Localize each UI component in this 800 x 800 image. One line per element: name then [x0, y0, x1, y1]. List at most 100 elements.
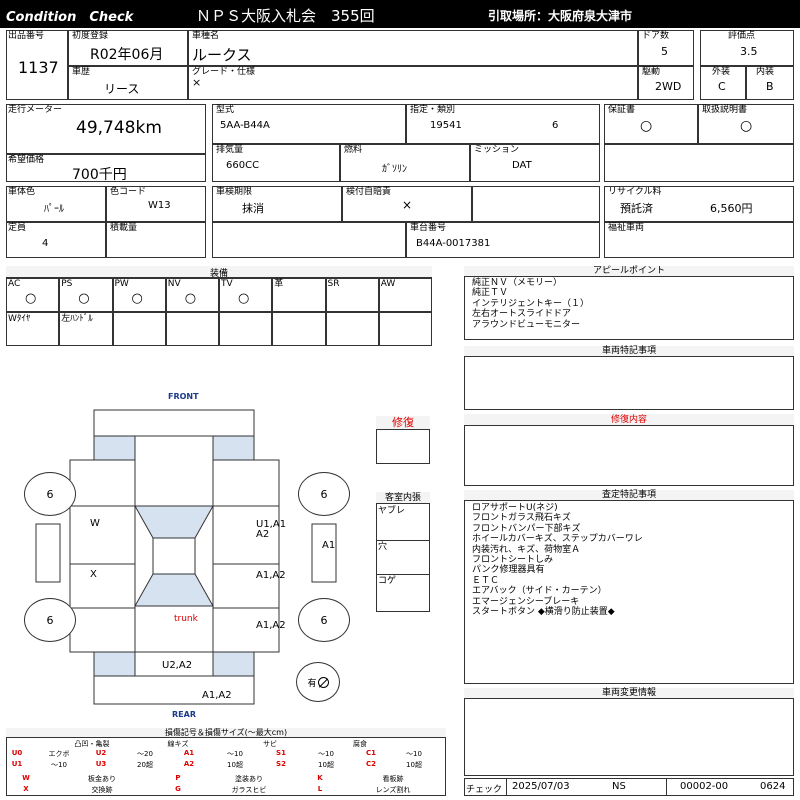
mark-right-front-fender: U1,A1 A2 [256, 519, 287, 540]
lot-number: 1137 [18, 58, 59, 77]
displacement-value: 660CC [226, 160, 260, 171]
drive-value: 2WD [655, 80, 682, 93]
windshield [134, 505, 214, 539]
legend-cell: 10超 [227, 761, 243, 769]
tire-rear-right-value: 6 [320, 613, 328, 627]
equipment-cell [272, 312, 326, 346]
rear-left-light [93, 651, 136, 677]
welfare-top-box [604, 144, 794, 182]
equipment-cell: NV ○ [165, 278, 219, 312]
spare-tire-label: 有 [307, 678, 317, 689]
equipment-cell: AW [378, 278, 432, 312]
tire-front-right-value: 6 [320, 487, 328, 501]
tire-rear-left: 6 [24, 598, 76, 642]
legend-cell: ～20 [137, 750, 153, 758]
roof [152, 537, 196, 575]
interior-title: 客室内張 [376, 492, 430, 504]
interior-item-burn: コゲ [378, 576, 397, 586]
rear-left-door [69, 563, 136, 609]
grade-box [188, 66, 638, 100]
legend-cell: 10超 [318, 761, 334, 769]
category-value: 6 [552, 120, 559, 131]
equipment-cell [165, 312, 219, 346]
legend-cell: S1 [276, 749, 286, 757]
hood [134, 435, 214, 507]
equipment-label: Wﾀｲﾔ [8, 314, 31, 324]
front-left-fender [69, 459, 136, 507]
lot-label: 出品番号 [8, 31, 45, 41]
note-line: フロントガラス飛石キズ [472, 513, 571, 524]
fuel-label: 燃料 [344, 145, 363, 155]
legend-cell: A1 [183, 749, 195, 757]
interior-item-hole: 穴 [378, 542, 388, 552]
note-line: 内装汚れ、キズ、荷物室Ａ [472, 544, 581, 555]
displacement-label: 排気量 [216, 145, 244, 155]
left-mirror-side [35, 523, 61, 583]
insurance-value: × [402, 198, 413, 212]
vehicle-notes-title: 車両特記事項 [464, 346, 794, 357]
equipment-cell: PS ○ [59, 278, 113, 312]
equipment-cell: Wﾀｲﾔ [6, 312, 60, 346]
equipment-cell: TV ○ [219, 278, 273, 312]
warranty-label: 保証書 [608, 105, 636, 115]
chassis-value: B44A-0017381 [416, 238, 491, 249]
capacity-label: 定員 [8, 223, 27, 233]
mark-rear-panel: U2,A2 [162, 660, 193, 671]
equipment-cell: PW ○ [112, 278, 166, 312]
legend-cell: A2 [183, 760, 195, 768]
price-label: 希望価格 [8, 155, 45, 165]
pickup-location: 引取場所：大阪府泉大津市 [488, 9, 633, 23]
legend-group: サビ [263, 740, 277, 748]
welfare-label: 福祉車両 [608, 223, 645, 233]
check-label: チェック [466, 785, 503, 795]
trunk-label: trunk [174, 614, 198, 624]
legend-cell: C1 [365, 749, 376, 757]
auction-name: ＮＰＳ大阪入札会 355回 [196, 7, 375, 25]
note-line: 左右オートスライドドア [472, 309, 572, 320]
insurance-label: 検付自賠責 [346, 187, 392, 197]
door-label: ドア数 [642, 31, 670, 41]
legend-cell: ～10 [406, 750, 422, 758]
legend-cell: ～10 [318, 750, 334, 758]
model-value: 5AA-B44A [220, 120, 270, 131]
note-line: 純正ＮＶ（メモリー） [472, 278, 563, 288]
tire-rear-right: 6 [298, 598, 350, 642]
history-value: リース [104, 82, 140, 96]
mission-value: DAT [512, 160, 532, 171]
header-title: Condition Check [6, 10, 134, 25]
ext-value: C [718, 80, 726, 93]
mileage-value: 49,748km [76, 118, 162, 138]
equipment-label: AW [380, 279, 396, 289]
note-line: ホイールカバーキズ、ステップカバーワレ [472, 534, 643, 545]
equipment-cell: SR [325, 278, 379, 312]
legend-cell: 板金あり [88, 775, 116, 783]
equipment-cell [325, 312, 379, 346]
note-line: ロアサポートU(ネジ) [472, 503, 558, 513]
note-line: インテリジェントキー（１） [472, 298, 590, 309]
equipment-title: 装備 [6, 266, 432, 279]
manual-label: 取扱説明書 [702, 105, 748, 115]
ref-num: 0624 [760, 781, 786, 792]
equipment-value: ○ [184, 291, 197, 306]
manual-value: ○ [740, 118, 753, 134]
front-left-door [69, 505, 136, 565]
equipment-value: ○ [131, 291, 143, 306]
equipment-value: ○ [25, 291, 37, 306]
check-date: 2025/07/03 [512, 781, 570, 792]
designation-value: 19541 [430, 120, 462, 131]
inspection-notes-title: 査定特記事項 [464, 490, 794, 501]
no-symbol-icon [317, 676, 329, 688]
ref-code: 00002-00 [680, 781, 729, 792]
ext-label: 外装 [712, 67, 731, 77]
tire-front-left-value: 6 [46, 487, 54, 501]
legend-cell: P [175, 774, 181, 782]
car-name-box [188, 30, 638, 66]
footer-divider-1 [506, 778, 507, 796]
legend-cell: U1 [11, 760, 23, 768]
recycle-status: 預託済 [620, 202, 653, 215]
appeal-title: アピールポイント [464, 266, 794, 277]
note-line: スタートボタン ◆横滑り防止装置◆ [472, 607, 615, 618]
front-right-light [212, 435, 255, 461]
repair-content-title: 修復内容 [464, 414, 794, 426]
fuel-value: ｶﾞｿﾘﾝ [382, 164, 407, 175]
